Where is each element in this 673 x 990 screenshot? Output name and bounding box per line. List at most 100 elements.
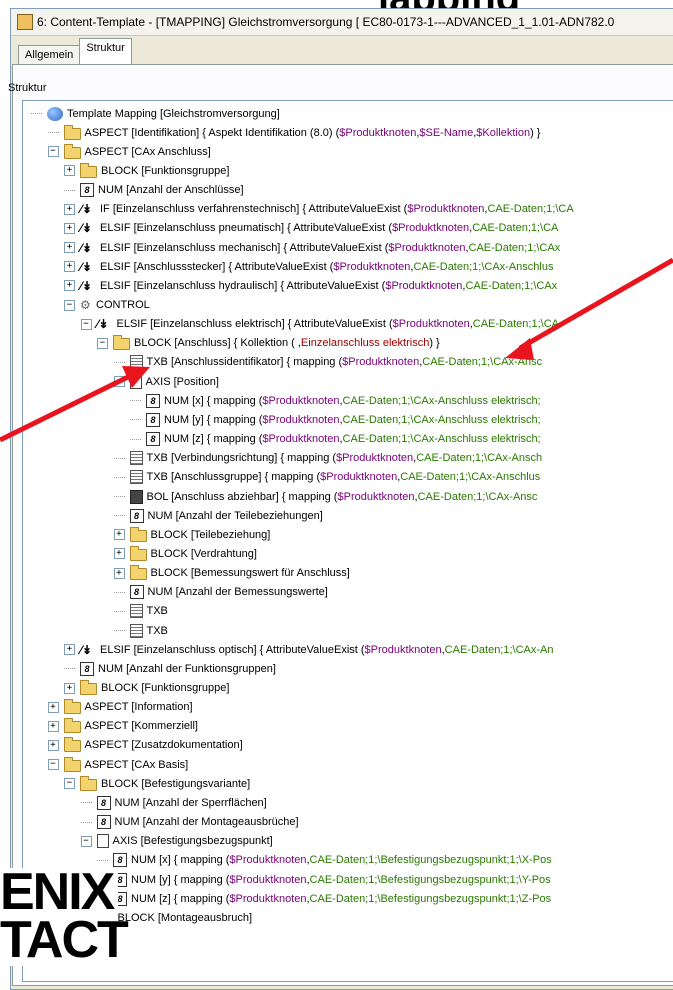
expand-icon[interactable]: + bbox=[113, 548, 125, 560]
tree-node-label: NUM [Anzahl der Funktionsgruppen] bbox=[98, 662, 276, 675]
tree-connector bbox=[113, 361, 125, 363]
expand-icon[interactable]: + bbox=[64, 644, 75, 656]
tree-node[interactable]: + BLOCK [Funktionsgruppe] bbox=[64, 161, 229, 180]
tree-node[interactable]: + ⁄↡ IF [Einzelanschluss verfahrenstechnis… bbox=[64, 200, 574, 219]
tree-node[interactable]: TXB [Verbindungsrichtung] { mapping ( $P… bbox=[113, 449, 542, 468]
tree-node[interactable]: − BLOCK [Befestigungsvariante] bbox=[64, 774, 250, 793]
tree-node[interactable]: + ASPECT [Kommerziell] bbox=[47, 717, 198, 736]
txb-icon bbox=[129, 623, 143, 638]
tree-node[interactable]: 8 NUM [x] { mapping ( $Produktknoten, CAE… bbox=[97, 851, 552, 870]
path-token: CAE-Daten;1;\Befestigungsbezugspunkt;1;\… bbox=[309, 854, 552, 867]
expand-icon[interactable]: + bbox=[64, 261, 75, 273]
tab-struktur[interactable]: Struktur bbox=[79, 38, 132, 65]
expand-icon[interactable]: + bbox=[64, 203, 75, 215]
tree-node-label: ELSIF [Einzelanschluss pneumatisch] { At… bbox=[100, 222, 393, 235]
tree-node[interactable]: + BLOCK [Bemessungswert für Anschluss] bbox=[113, 564, 350, 583]
tree-node[interactable]: 8 NUM [z] { mapping ( $Produktknoten, CAE… bbox=[130, 430, 541, 449]
block-folder-icon bbox=[129, 526, 147, 542]
collapse-icon[interactable]: − bbox=[47, 759, 59, 771]
tree-node[interactable]: − AXIS [Befestigungsbezugspunkt] bbox=[80, 832, 273, 851]
tree-node[interactable]: + ⁄↡ ELSIF [Einzelanschluss pneumatisch] {… bbox=[64, 219, 558, 238]
expand-icon[interactable]: + bbox=[113, 529, 125, 541]
tree-node-label: ELSIF [Einzelanschluss hydraulisch] { At… bbox=[100, 279, 386, 292]
aspect-folder-icon bbox=[63, 737, 81, 753]
tree-node[interactable]: 8 NUM [Anzahl der Teilebeziehungen] bbox=[113, 506, 323, 525]
num-icon: 8 bbox=[96, 815, 111, 830]
tree-node[interactable]: ASPECT [Identifikation] { Aspekt Identif… bbox=[47, 123, 540, 142]
tree-connector bbox=[113, 496, 125, 497]
path-token: CAE-Daten;1;\Befestigungsbezugspunkt;1;\… bbox=[309, 892, 552, 905]
expand-icon[interactable]: + bbox=[64, 280, 75, 292]
tree-node[interactable]: + BLOCK [Teilebeziehung] bbox=[113, 525, 270, 544]
tree-node[interactable]: 8 NUM [z] { mapping ( $Produktknoten, CAE… bbox=[97, 889, 551, 908]
tree-node[interactable]: + ASPECT [Information] bbox=[47, 698, 193, 717]
tree-node[interactable]: TXB bbox=[113, 621, 168, 640]
tree-node[interactable]: + ASPECT [Zusatzdokumentation] bbox=[47, 736, 243, 755]
variable-token: $SE-Name bbox=[419, 126, 474, 139]
variable-token: $Produktknoten bbox=[407, 203, 485, 216]
tree-node[interactable]: 8 NUM [Anzahl der Funktionsgruppen] bbox=[64, 659, 276, 678]
tree-node[interactable]: + BLOCK [Funktionsgruppe] bbox=[64, 679, 229, 698]
tree-node-label: TXB [Verbindungsrichtung] { mapping ( bbox=[146, 452, 337, 465]
expand-icon[interactable]: + bbox=[47, 720, 59, 732]
tree-node[interactable]: − ⚙ CONTROL bbox=[64, 296, 150, 315]
variable-token: $Produktknoten bbox=[337, 490, 415, 503]
tree-node[interactable]: 8 NUM [x] { mapping ( $Produktknoten, CAE… bbox=[130, 391, 541, 410]
num-icon: 8 bbox=[80, 183, 94, 198]
tree-node[interactable]: 8 NUM [Anzahl der Sperrflächen] bbox=[80, 793, 267, 812]
tree-node[interactable]: + ⁄↡ ELSIF [Anschlussstecker] { AttributeV… bbox=[64, 257, 553, 276]
tree-node[interactable]: 8 NUM [y] { mapping ( $Produktknoten, CAE… bbox=[130, 410, 541, 429]
tree-node-label: BLOCK [Anschluss] { Kollektion ( , bbox=[134, 337, 301, 350]
tree-node[interactable]: − ASPECT [CAx Anschluss] bbox=[47, 142, 211, 161]
tree-connector bbox=[97, 859, 108, 861]
collapse-icon[interactable]: − bbox=[64, 299, 75, 311]
tree-node[interactable]: + BLOCK [Verdrahtung] bbox=[113, 544, 257, 563]
collapse-icon[interactable]: − bbox=[97, 337, 108, 349]
axis-icon bbox=[129, 374, 142, 389]
window-titlebar[interactable]: 6: Content-Template - [TMAPPING] Gleichs… bbox=[11, 9, 673, 36]
tree-node[interactable]: − ⁄↡ ELSIF [Einzelanschluss elektrisch] { … bbox=[80, 315, 559, 334]
tree-connector bbox=[130, 438, 141, 440]
collapse-icon[interactable]: − bbox=[80, 318, 92, 330]
tree-node[interactable]: TXB bbox=[113, 602, 168, 621]
structure-tree[interactable]: Template Mapping [Gleichstromversorgung]… bbox=[22, 100, 673, 982]
expand-icon[interactable]: + bbox=[64, 165, 75, 177]
path-token: CAE-Daten;1;\CA bbox=[472, 318, 559, 331]
condition-icon: ⁄↡ bbox=[80, 221, 93, 236]
tree-node[interactable]: + ⁄↡ ELSIF [Einzelanschluss hydraulisch] {… bbox=[64, 276, 557, 295]
expand-icon[interactable]: + bbox=[47, 739, 59, 751]
expand-icon[interactable]: + bbox=[64, 682, 75, 694]
collapse-icon[interactable]: − bbox=[80, 835, 92, 847]
collapse-icon[interactable]: − bbox=[64, 778, 75, 790]
tree-node[interactable]: + ⁄↡ ELSIF [Einzelanschluss optisch] { Att… bbox=[64, 640, 554, 659]
tab-bar: Allgemein Struktur bbox=[18, 38, 132, 65]
tree-node[interactable]: Template Mapping [Gleichstromversorgung] bbox=[31, 104, 280, 123]
tree-connector bbox=[47, 132, 59, 134]
num-icon: 8 bbox=[129, 585, 144, 600]
collapse-icon[interactable]: − bbox=[47, 146, 59, 158]
tree-node[interactable]: BOL [Anschluss abziehbar] { mapping ( $P… bbox=[113, 487, 537, 506]
expand-icon[interactable]: + bbox=[64, 222, 75, 234]
variable-token: $Produktknoten bbox=[262, 433, 340, 446]
template-mapping-icon bbox=[47, 106, 63, 121]
block-folder-icon bbox=[80, 775, 97, 791]
expand-icon[interactable]: + bbox=[113, 567, 125, 579]
tree-node[interactable]: 8 NUM [Anzahl der Montageausbrüche] bbox=[80, 813, 299, 832]
tree-node[interactable]: − ASPECT [CAx Basis] bbox=[47, 755, 188, 774]
txb-icon bbox=[129, 604, 143, 619]
expand-icon[interactable]: + bbox=[47, 701, 59, 713]
tree-node[interactable]: − BLOCK [Anschluss] { Kollektion ( , Einz… bbox=[97, 334, 440, 353]
tree-node-label: NUM [z] { mapping ( bbox=[164, 433, 263, 446]
collapse-icon[interactable]: − bbox=[113, 376, 125, 388]
tree-node[interactable]: 8 NUM [Anzahl der Bemessungswerte] bbox=[113, 583, 328, 602]
tab-allgemein[interactable]: Allgemein bbox=[18, 45, 81, 64]
tree-node[interactable]: TXB [Anschlussidentifikator] { mapping (… bbox=[113, 353, 542, 372]
tree-node[interactable]: TXB [Anschlussgruppe] { mapping ( $Produ… bbox=[113, 468, 540, 487]
tree-node-label: NUM [Anzahl der Bemessungswerte] bbox=[147, 586, 328, 599]
tree-node[interactable]: + ⁄↡ ELSIF [Einzelanschluss mechanisch] { … bbox=[64, 238, 560, 257]
tree-node[interactable]: 8 NUM [y] { mapping ( $Produktknoten, CAE… bbox=[97, 870, 551, 889]
tree-node-label: ELSIF [Anschlussstecker] { AttributeValu… bbox=[100, 260, 334, 273]
tree-node[interactable]: 8 NUM [Anzahl der Anschlüsse] bbox=[64, 181, 244, 200]
tree-node[interactable]: − AXIS [Position] bbox=[113, 372, 219, 391]
expand-icon[interactable]: + bbox=[64, 242, 75, 254]
